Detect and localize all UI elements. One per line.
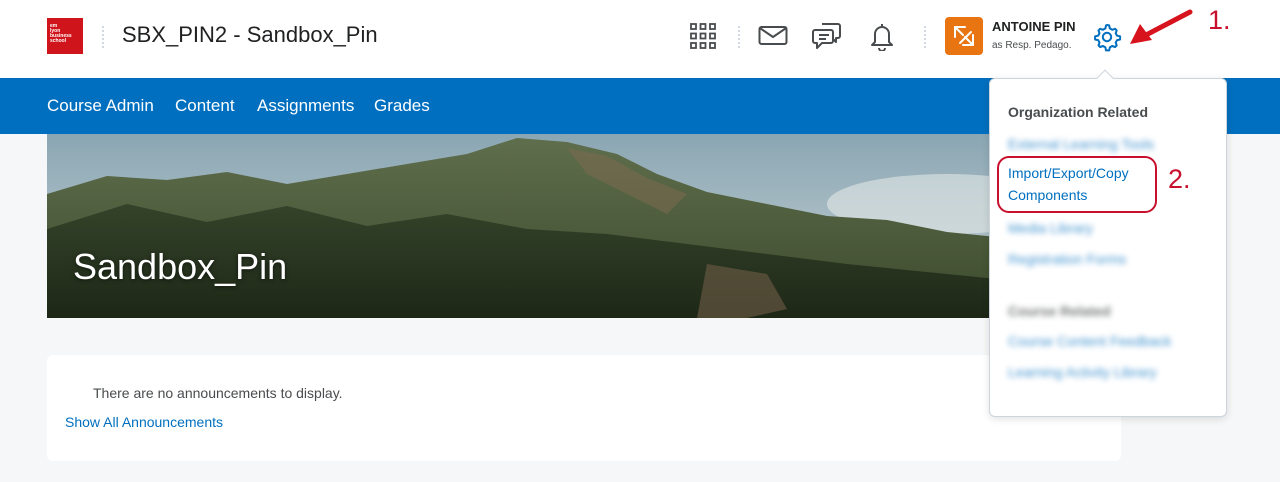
nav-item-grades[interactable]: Grades — [374, 96, 430, 116]
course-banner-image: Sandbox_Pin — [47, 134, 1121, 318]
user-name[interactable]: ANTOINE PIN — [992, 19, 1076, 34]
dropdown-item-registration-forms[interactable]: Registration Forms — [1008, 248, 1126, 270]
show-all-announcements-link[interactable]: Show All Announcements — [65, 414, 223, 430]
nav-item-course-admin[interactable]: Course Admin — [47, 96, 154, 116]
top-header: em lyon business school SBX_PIN2 - Sandb… — [0, 0, 1280, 78]
bell-icon[interactable] — [866, 20, 898, 52]
dropdown-heading-organization: Organization Related — [1008, 104, 1149, 120]
annotation-highlight-box — [997, 156, 1157, 213]
dropdown-item-course-content-feedback[interactable]: Course Content Feedback — [1008, 330, 1171, 352]
header-divider — [102, 26, 104, 48]
role-switch-icon[interactable] — [945, 17, 983, 55]
header-divider — [738, 26, 740, 48]
dropdown-item-external-learning-tools[interactable]: External Learning Tools — [1008, 133, 1154, 155]
apps-grid-icon[interactable] — [687, 20, 719, 52]
logo-text: school — [50, 38, 67, 44]
school-logo[interactable]: em lyon business school — [47, 18, 83, 54]
announcements-empty-text: There are no announcements to display. — [93, 385, 343, 401]
admin-tools-dropdown: Organization Related External Learning T… — [989, 69, 1227, 417]
header-divider — [924, 26, 926, 48]
nav-item-content[interactable]: Content — [175, 96, 235, 116]
chat-icon[interactable] — [811, 20, 843, 52]
announcements-widget: There are no announcements to display. S… — [47, 355, 1121, 461]
user-role[interactable]: as Resp. Pedago. — [992, 40, 1072, 51]
mail-icon[interactable] — [757, 20, 789, 52]
annotation-step-1: 1. — [1208, 5, 1231, 35]
dropdown-item-learning-activity-library[interactable]: Learning Activity Library — [1008, 361, 1157, 383]
annotation-step-2: 2. — [1168, 164, 1191, 194]
annotation-arrow-icon — [1130, 9, 1193, 44]
dropdown-heading-course: Course Related — [1008, 303, 1111, 319]
gear-icon[interactable] — [1090, 20, 1124, 54]
mountain-forest-image — [47, 134, 1121, 318]
dropdown-item-media-library[interactable]: Media Library — [1008, 217, 1093, 239]
course-title[interactable]: SBX_PIN2 - Sandbox_Pin — [122, 22, 378, 48]
nav-item-assignments[interactable]: Assignments — [257, 96, 354, 116]
banner-title: Sandbox_Pin — [73, 246, 288, 287]
